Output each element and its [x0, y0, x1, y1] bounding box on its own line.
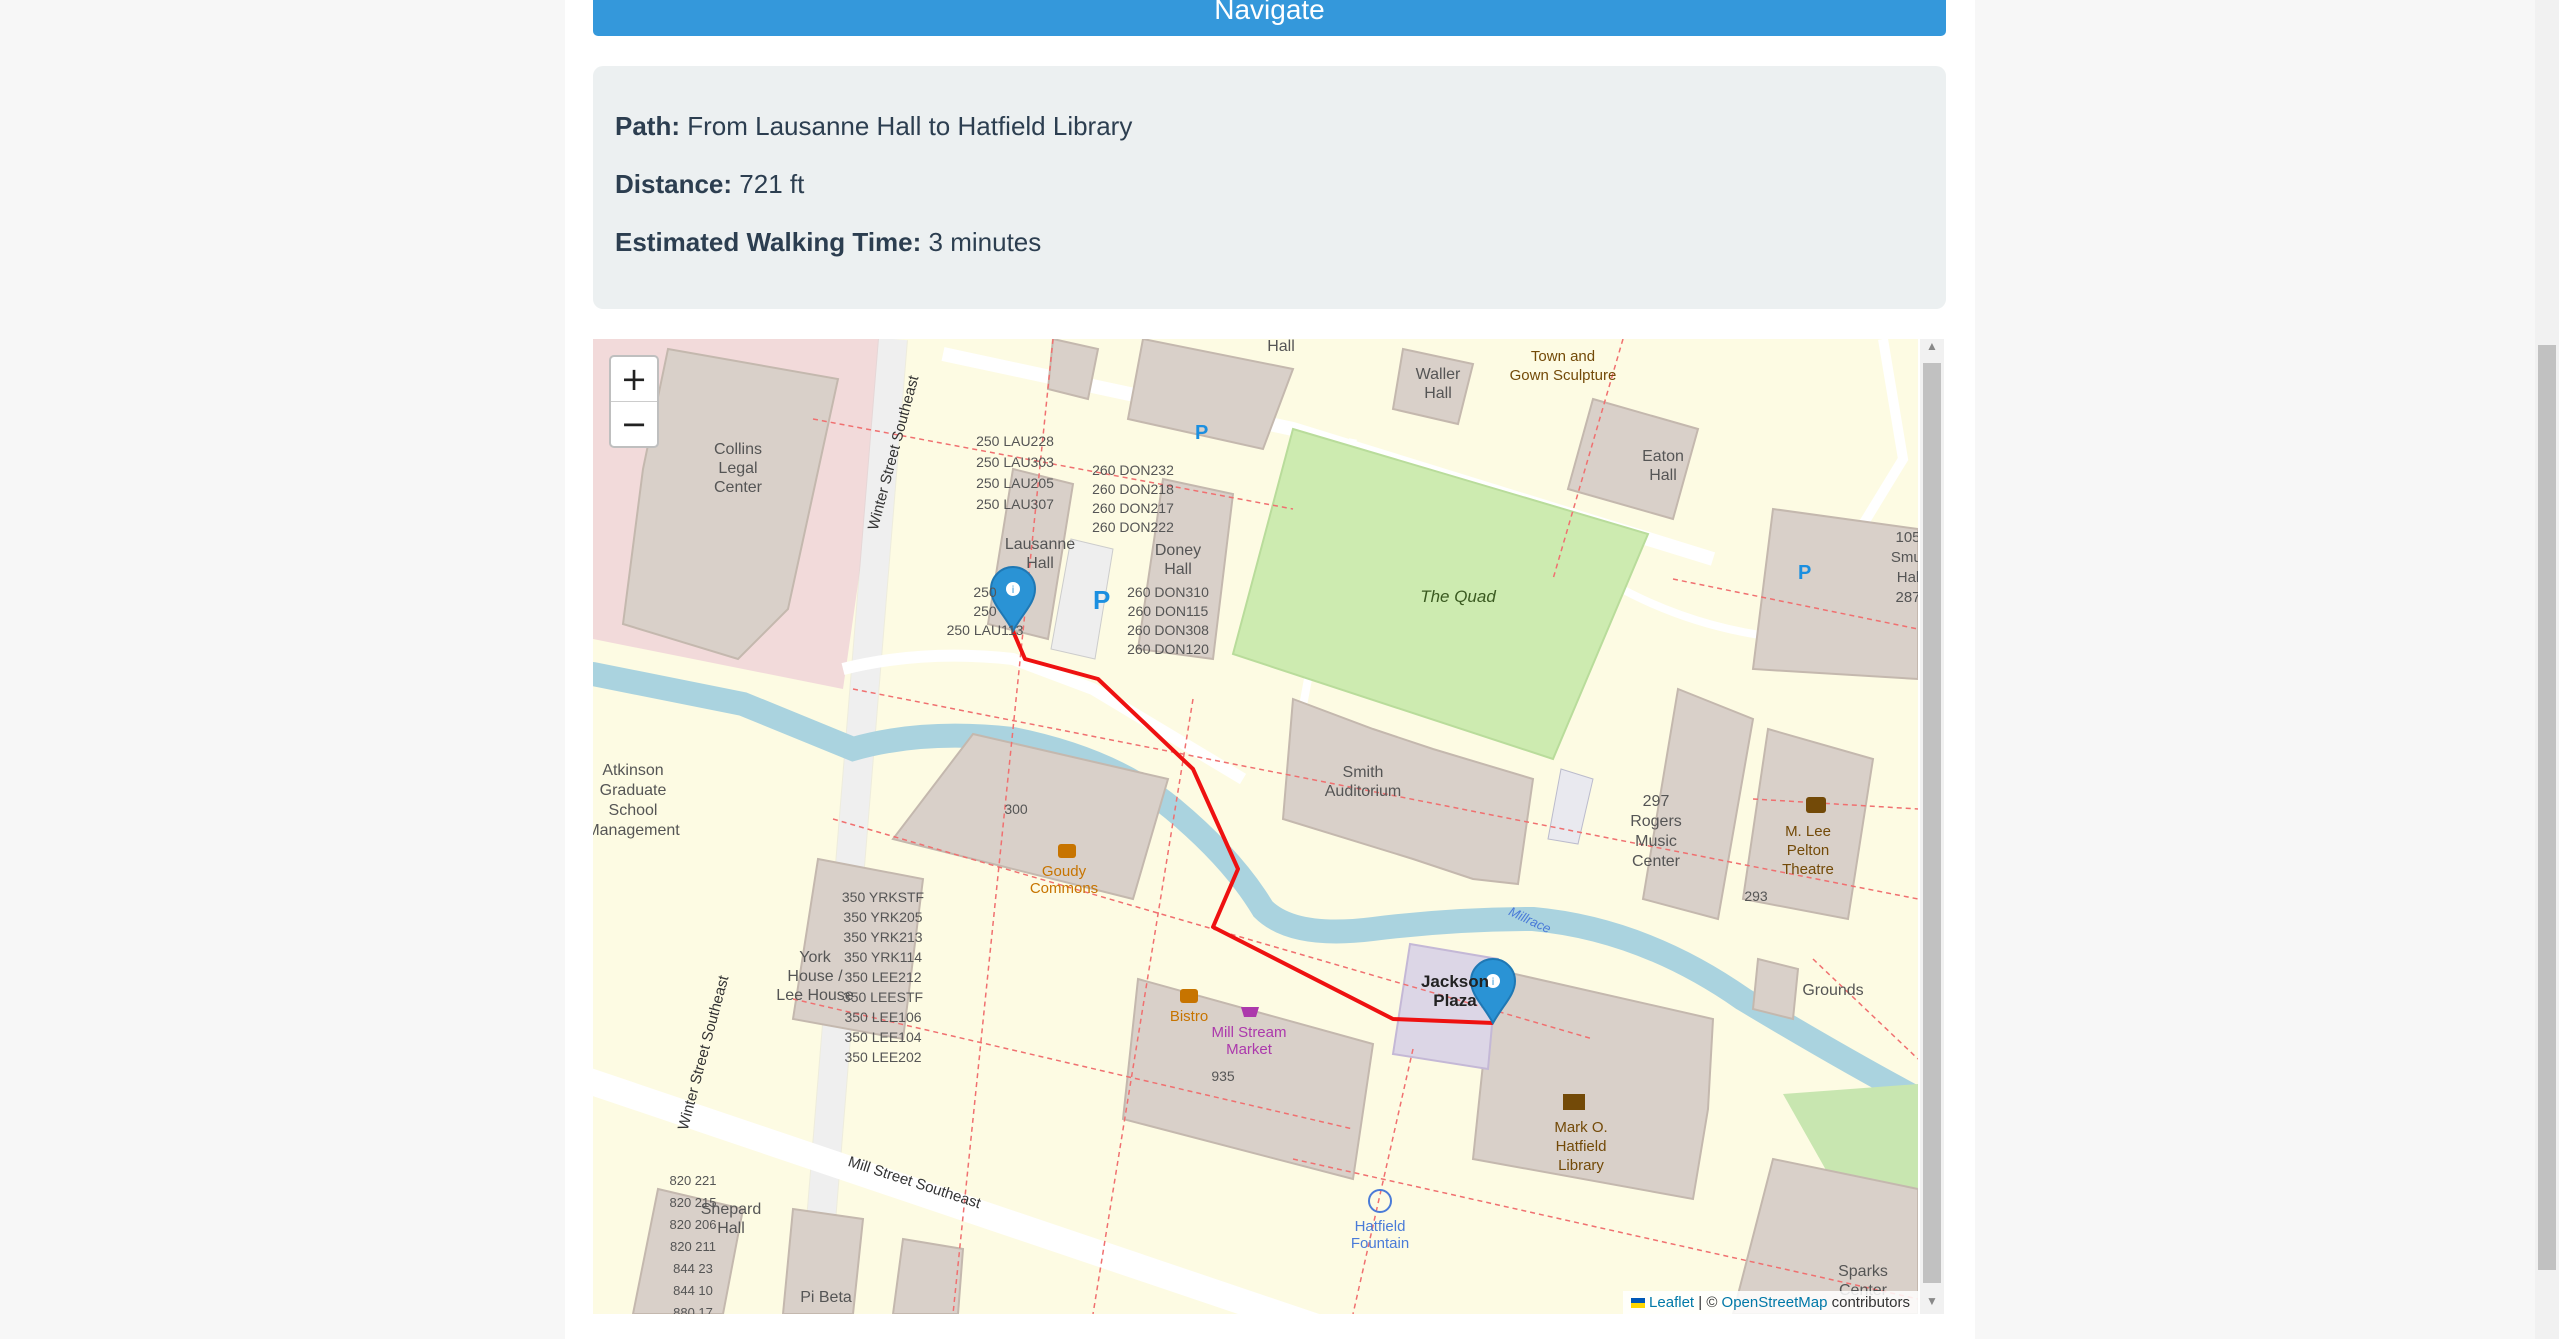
path-row: Path: From Lausanne Hall to Hatfield Lib… — [615, 112, 1946, 141]
map-view[interactable]: i i P P P Collins Legal Center Winter Stree… — [593, 339, 1918, 1314]
time-label: Estimated Walking Time: — [615, 227, 922, 257]
page-scrollbar-thumb[interactable] — [2538, 345, 2556, 1270]
zoom-control: + − — [609, 355, 659, 448]
main-card: Navigate Path: From Lausanne Hall to Hat… — [565, 0, 1975, 1339]
ukraine-flag-icon — [1631, 1298, 1646, 1309]
attribution-sep: | © — [1694, 1294, 1722, 1311]
time-value: 3 minutes — [928, 227, 1042, 257]
quad-label: The Quad — [1420, 587, 1496, 606]
grounds-label: Grounds — [1802, 982, 1863, 999]
time-row: Estimated Walking Time: 3 minutes — [615, 228, 1946, 257]
distance-label: Distance: — [615, 169, 733, 199]
map-attribution: Leaflet | © OpenStreetMap contributors — [1623, 1291, 1918, 1314]
cafe-icon — [1180, 989, 1198, 1003]
zoom-out-button[interactable]: − — [611, 401, 657, 446]
library-icon — [1563, 1094, 1585, 1110]
number-293-label: 293 — [1744, 888, 1768, 904]
bicycle-parking-icon: P — [1195, 422, 1208, 444]
parking-icon: P — [1093, 585, 1110, 615]
number-300-label: 300 — [1004, 801, 1028, 817]
path-label: Path: — [615, 111, 680, 141]
grounds-building — [1751, 957, 1800, 1021]
fountain-label: Hatfield Fountain — [1351, 1218, 1409, 1252]
svg-text:i: i — [1492, 977, 1495, 988]
pi-beta-label: Pi Beta — [800, 1289, 852, 1306]
atkinson-label: Atkinson Graduate School Management — [593, 762, 680, 839]
path-value: From Lausanne Hall to Hatfield Library — [687, 111, 1133, 141]
building-n1 — [1046, 339, 1100, 401]
map-canvas[interactable]: i i P P P Collins Legal Center Winter Stree… — [593, 339, 1918, 1314]
svg-text:i: i — [1012, 585, 1015, 596]
scroll-down-arrow-icon[interactable]: ▼ — [1920, 1294, 1944, 1314]
route-info-panel: Path: From Lausanne Hall to Hatfield Lib… — [593, 66, 1946, 309]
building-880 — [891, 1237, 965, 1314]
yrk-rooms-label: 350 YRKSTF 350 YRK205 350 YRK213 350 YRK114… — [842, 889, 924, 1065]
map-scrollbar-thumb[interactable] — [1923, 363, 1941, 1283]
navigate-button[interactable]: Navigate — [593, 0, 1946, 36]
distance-value: 721 ft — [739, 169, 805, 199]
page-scrollbar[interactable] — [2535, 0, 2559, 1339]
osm-link[interactable]: OpenStreetMap — [1722, 1294, 1828, 1311]
shop-icon — [1241, 1007, 1259, 1017]
bicycle-parking-icon: P — [1798, 562, 1811, 584]
pelton-label: M. Lee Pelton Theatre — [1782, 823, 1834, 878]
number-935-label: 935 — [1211, 1068, 1235, 1084]
zoom-in-button[interactable]: + — [611, 357, 657, 401]
map-scrollbar[interactable]: ▲ ▼ — [1920, 339, 1944, 1314]
scroll-up-arrow-icon[interactable]: ▲ — [1920, 339, 1944, 359]
collins-label: Collins Legal Center — [714, 441, 763, 496]
attribution-tail: contributors — [1827, 1294, 1910, 1311]
leaflet-link[interactable]: Leaflet — [1649, 1294, 1694, 1311]
hall-top-label: Hall — [1267, 339, 1295, 355]
hatfield-library-label: Mark O. Hatfield Library — [1554, 1119, 1607, 1174]
res-rooms-label: 820 221 820 215 820 206 820 211 844 23 844 10… — [670, 1173, 717, 1314]
theatre-icon — [1806, 797, 1826, 813]
distance-row: Distance: 721 ft — [615, 170, 1946, 199]
smullin-hall — [1751, 507, 1918, 681]
bistro-label: Bistro — [1170, 1008, 1208, 1025]
cafe-icon — [1058, 844, 1076, 858]
